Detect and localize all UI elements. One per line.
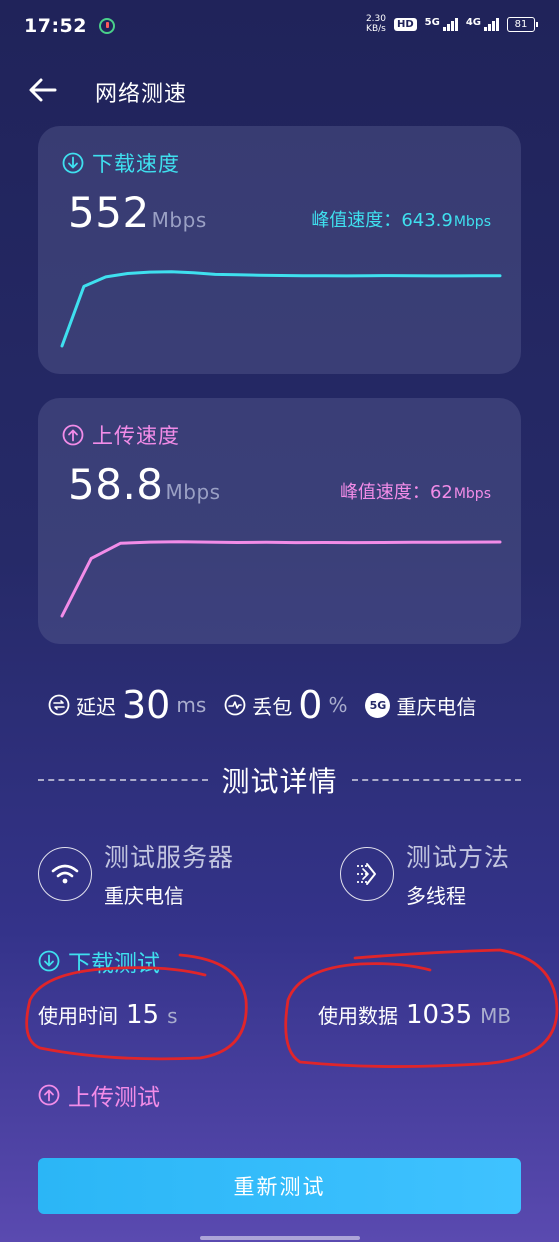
network-speed-indicator: 2.30 KB/s [365,14,386,34]
download-data-used: 使用数据 1035 MB [318,1000,512,1030]
download-speed-value: 552 Mbps [68,188,207,237]
upload-speed-card: 上传速度 58.8 Mbps 峰值速度： 62 Mbps [38,398,521,644]
upload-circle-icon [62,424,84,446]
download-circle-icon [62,152,84,174]
download-time-used: 使用时间 15 s [38,1000,178,1030]
download-peak-speed: 峰值速度： 643.9 Mbps [311,210,491,231]
upload-peak-speed: 峰值速度： 62 Mbps [339,482,491,503]
download-test-icon [38,950,60,972]
packet-loss-metric: 丢包 0 % [224,683,347,727]
carrier-name: 重庆电信 [396,694,477,719]
latency-icon [48,694,70,716]
status-bar: 17:52 2.30 KB/s HD 5G 4G 81 [0,0,559,52]
download-test-heading: 下载测试 [38,944,160,978]
download-speed-title: 下载速度 [92,152,180,176]
test-method-label: 测试方法 [406,843,511,872]
download-speed-unit: Mbps [151,208,207,232]
download-speed-chart [60,270,502,348]
wifi-icon [38,846,92,901]
multithread-arrows-icon [340,846,394,901]
signal-4g-icon: 4G [466,17,499,31]
packet-loss-value: 0 [298,683,323,727]
latency-value: 30 [122,683,171,727]
battery-icon: 81 [507,16,538,32]
upload-speed-heading: 上传速度 [62,420,180,450]
download-speed-heading: 下载速度 [62,148,180,178]
page-header: 网络测速 [0,62,559,118]
details-divider: 测试详情 [38,760,522,800]
details-section-title: 测试详情 [221,765,338,798]
upload-speed-unit: Mbps [165,480,221,504]
download-test-title: 下载测试 [68,951,160,977]
upload-test-title: 上传测试 [68,1085,160,1111]
network-5g-badge: 5G [365,692,391,718]
upload-speed-value: 58.8 Mbps [68,460,221,509]
download-trend-line [60,270,502,348]
upload-test-icon [38,1084,60,1106]
test-method-detail: 测试方法 多线程 [340,838,510,909]
app-notification-icon [98,18,115,34]
hd-voice-icon: HD [393,17,417,31]
download-speed-card: 下载速度 552 Mbps 峰值速度： 643.9 Mbps [38,126,521,374]
upload-speed-chart [60,540,502,618]
packet-loss-icon [224,694,246,716]
test-server-label: 测试服务器 [104,843,235,872]
network-carrier: 5G 重庆电信 [365,691,476,720]
test-server-value: 重庆电信 [104,884,184,908]
page-title: 网络测速 [95,82,188,107]
metrics-row: 延迟 30 ms 丢包 0 % 5G 重庆电信 [48,680,528,730]
status-time: 17:52 [24,15,87,37]
retest-button[interactable]: 重新测试 [38,1158,521,1214]
download-data-value: 1035 [406,1000,473,1030]
upload-speed-title: 上传速度 [92,424,180,448]
upload-test-heading[interactable]: 上传测试 [38,1078,160,1112]
test-server-detail: 测试服务器 重庆电信 [38,838,234,909]
status-indicators: 2.30 KB/s HD 5G 4G 81 [365,14,538,34]
home-indicator[interactable] [200,1236,360,1240]
upload-trend-line [60,540,502,618]
back-arrow-icon[interactable] [28,76,58,104]
latency-metric: 延迟 30 ms [48,683,206,727]
signal-5g-icon: 5G [425,17,458,31]
test-method-value: 多线程 [406,884,466,908]
download-time-value: 15 [126,1000,160,1030]
